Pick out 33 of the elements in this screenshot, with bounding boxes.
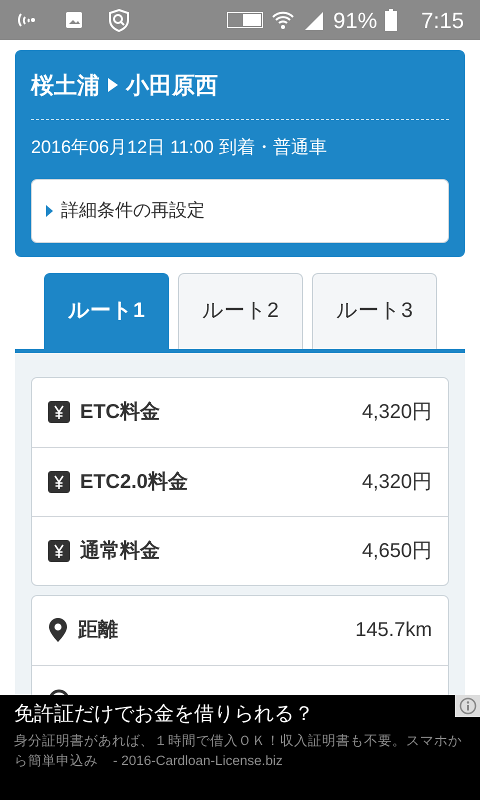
ad-title: 免許証だけでお金を借りられる？ (14, 702, 315, 727)
battery-icon (385, 9, 398, 31)
yen-icon (48, 470, 70, 492)
image-icon (64, 10, 84, 30)
destination-station: 小田原西 (126, 71, 218, 100)
fee-label: 通常料金 (80, 538, 160, 564)
fee-label: ETC料金 (80, 400, 160, 425)
fee-amount: 4,650円 (362, 538, 432, 564)
ad-text: 身分証明書があれば、１時間で借入ＯＫ！収入証明書も不要。スマホから簡単申込み - 2016-Cardloan-License.biz (14, 732, 463, 770)
yen-icon (48, 540, 70, 562)
info-icon (458, 697, 476, 715)
shield-icon (108, 8, 130, 32)
ad-info-button[interactable] (455, 695, 480, 717)
wifi-icon (271, 9, 296, 31)
route-tab[interactable]: ルート3 (312, 272, 437, 348)
fee-amount: 4,320円 (362, 470, 432, 494)
detail-label: 距離 (78, 618, 118, 643)
clock: 7:15 (421, 6, 464, 34)
volte-icon (227, 12, 264, 28)
location-pin-icon (48, 618, 68, 642)
settings-button[interactable]: 詳細条件の再設定 (31, 178, 449, 242)
fee-amount: 4,320円 (362, 400, 432, 425)
yen-icon (48, 401, 70, 423)
origin-station: 桜土浦 (31, 71, 100, 100)
arrow-icon (108, 78, 118, 92)
detail-value: 145.7km (355, 618, 432, 643)
ad-banner[interactable]: 免許証だけでお金を借りられる？ 身分証明書があれば、１時間で借入ＯＫ！収入証明書も不要。スマホから簡単申込み - 2016-Cardloan-License.biz (0, 695, 480, 800)
search-conditions: 2016年06月12日 11:00 到着・普通車 (31, 136, 328, 158)
fee-label: ETC2.0料金 (80, 470, 188, 494)
route-tab[interactable]: ルート1 (44, 272, 169, 348)
battery-percent: 91% (333, 6, 378, 34)
caret-icon (46, 204, 53, 216)
route-tab[interactable]: ルート2 (178, 272, 303, 348)
